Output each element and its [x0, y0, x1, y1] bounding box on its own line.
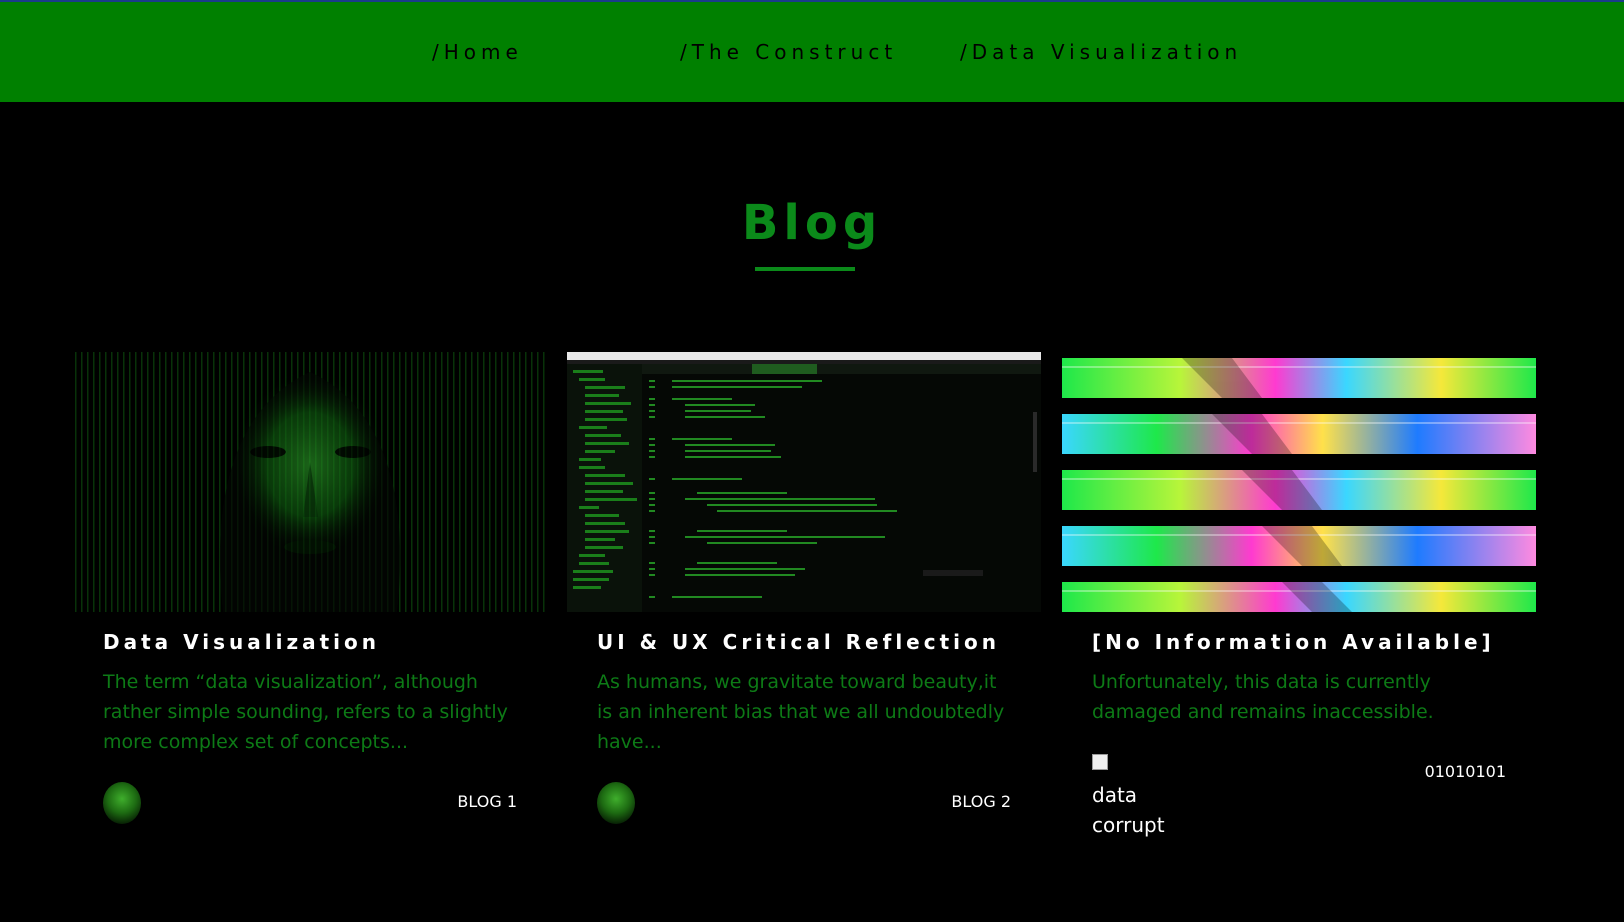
code-editor-image [567, 352, 1041, 612]
broken-image-placeholder: data corrupt [1092, 750, 1192, 840]
page-title: Blog [741, 195, 883, 251]
card-title[interactable]: UI & UX Critical Reflection [597, 630, 1000, 654]
card-tag: 01010101 [1424, 762, 1506, 781]
broken-image-icon [1092, 754, 1108, 770]
card-tag: BLOG 1 [457, 792, 517, 811]
author-avatar [597, 782, 635, 824]
card-tag: BLOG 2 [951, 792, 1011, 811]
author-avatar [103, 782, 141, 824]
card-excerpt: Unfortunately, this data is currently da… [1092, 671, 1434, 723]
card-excerpt: The term “data visualization”, although … [103, 671, 508, 753]
nav-link-data-visualization[interactable]: /Data Visualization [960, 40, 1242, 64]
blog-card-2[interactable]: UI & UX Critical Reflection As humans, w… [567, 352, 1041, 832]
card-title[interactable]: Data Visualization [103, 630, 380, 654]
title-underline [755, 267, 855, 271]
card-thumbnail-code-editor[interactable] [567, 352, 1041, 612]
card-thumbnail-glitch[interactable] [1062, 352, 1536, 612]
nav-link-the-construct[interactable]: /The Construct [680, 40, 897, 64]
matrix-face-image [73, 352, 547, 612]
card-thumbnail-matrix-face[interactable] [73, 352, 547, 612]
card-excerpt: As humans, we gravitate toward beauty,it… [597, 671, 1005, 753]
top-navbar: /Home /The Construct /Data Visualization [0, 2, 1624, 102]
blog-card-3[interactable]: [No Information Available] Unfortunately… [1062, 352, 1536, 837]
glitch-image [1062, 358, 1536, 612]
card-title[interactable]: [No Information Available] [1092, 630, 1495, 654]
nav-link-home[interactable]: /Home [432, 40, 523, 64]
broken-image-alt-text: data corrupt [1092, 783, 1165, 837]
blog-card-1[interactable]: Data Visualization The term “data visual… [73, 352, 547, 832]
